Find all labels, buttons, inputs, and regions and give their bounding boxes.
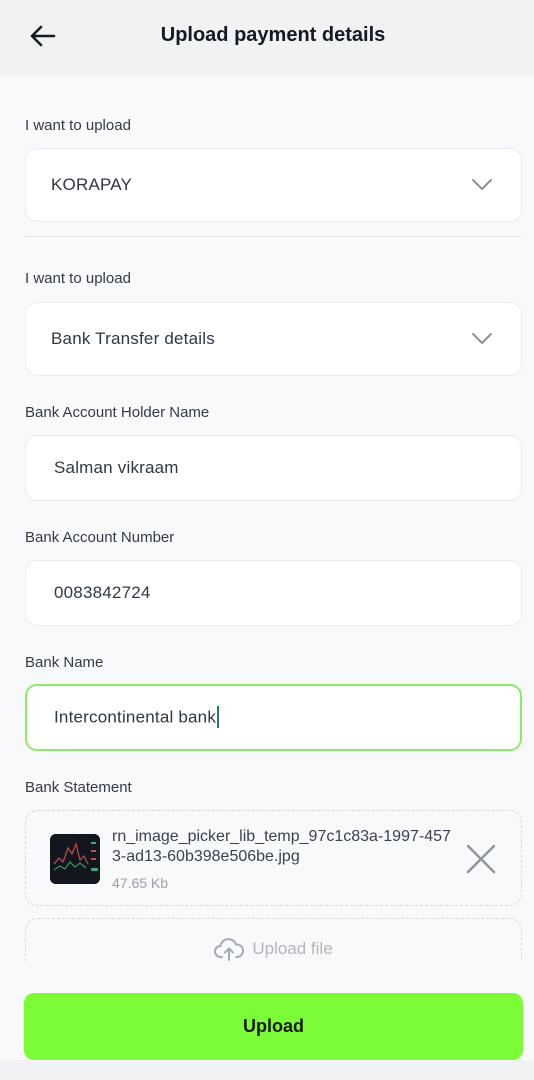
remove-file-button[interactable] (465, 843, 497, 875)
account-number-label: Bank Account Number (25, 529, 175, 546)
text-cursor (217, 705, 220, 728)
bank-name-value: Intercontinental bank (54, 706, 217, 726)
upload-button[interactable]: Upload (24, 993, 523, 1060)
upload-detail-value: Bank Transfer details (51, 329, 215, 348)
cloud-upload-icon (214, 937, 245, 961)
file-thumbnail (50, 834, 100, 884)
account-number-value: 0083842724 (54, 583, 151, 602)
upload-type-label: I want to upload (25, 117, 131, 134)
uploaded-file-card: rn_image_picker_lib_temp_97c1c83a-1997-4… (25, 810, 522, 906)
chevron-down-icon (472, 179, 492, 190)
account-number-input[interactable]: 0083842724 (25, 560, 522, 626)
upload-type-value: KORAPAY (51, 175, 133, 194)
page-title: Upload payment details (160, 24, 386, 46)
bank-name-input[interactable]: Intercontinental bank (25, 684, 522, 751)
section-divider (25, 236, 522, 237)
bank-statement-label: Bank Statement (25, 779, 132, 796)
holder-name-label: Bank Account Holder Name (25, 404, 210, 421)
app-header: Upload payment details (0, 0, 534, 76)
upload-file-label: Upload file (252, 938, 333, 958)
file-size: 47.65 Kb (112, 875, 169, 891)
bottom-strip (0, 1060, 534, 1080)
upload-detail-select[interactable]: Bank Transfer details (25, 302, 522, 376)
bank-name-label: Bank Name (25, 654, 104, 671)
holder-name-value: Salman vikraam (54, 458, 179, 477)
file-name: rn_image_picker_lib_temp_97c1c83a-1997-4… (112, 828, 451, 865)
scroll-fade (0, 962, 534, 982)
upload-type-select[interactable]: KORAPAY (25, 148, 522, 222)
upload-detail-label: I want to upload (25, 270, 131, 287)
chevron-down-icon (472, 333, 492, 344)
chart-thumbnail-icon (50, 834, 100, 884)
holder-name-input[interactable]: Salman vikraam (25, 435, 522, 501)
